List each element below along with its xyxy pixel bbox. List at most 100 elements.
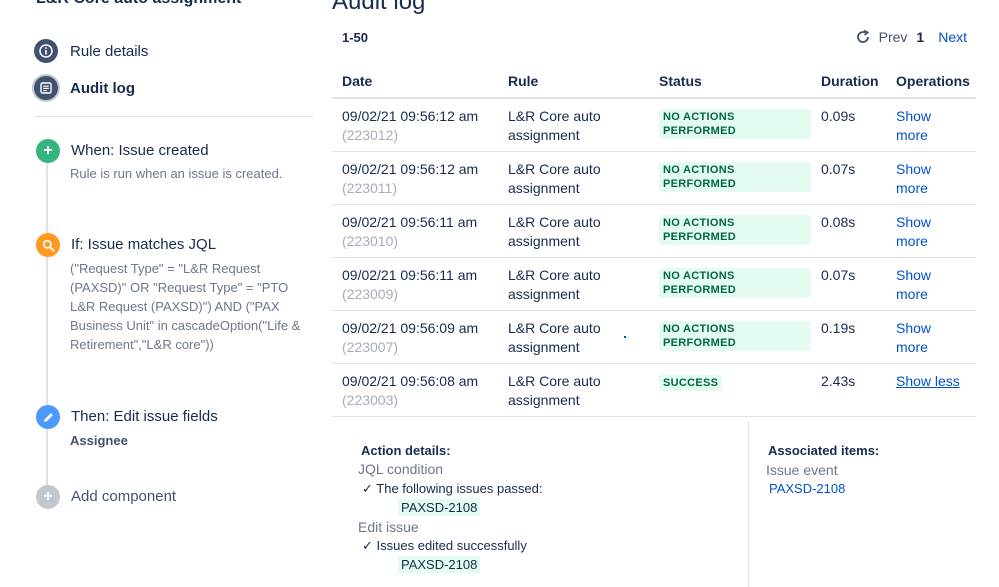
nav-rule-details[interactable]: Rule details	[34, 39, 148, 63]
next-page-link[interactable]: Next	[938, 29, 967, 45]
show-more-link[interactable]: Show more	[896, 319, 976, 357]
link-text: Show	[896, 108, 932, 124]
link-text: Show	[896, 160, 932, 177]
plus-icon: +	[36, 139, 60, 163]
status-cell: NO ACTIONS PERFORMED	[649, 204, 811, 258]
jql-line: Retirement","L&R core"))	[70, 337, 214, 352]
jql-line: Business Unit" in cascadeOption("Life &	[70, 318, 301, 333]
operations-cell: Show more	[886, 310, 976, 364]
show-more-link[interactable]: Show more	[896, 160, 976, 198]
condition-title: If: Issue matches JQL	[71, 236, 217, 253]
plus-icon: +	[36, 485, 60, 509]
status-cell: NO ACTIONS PERFORMED	[649, 310, 811, 364]
status-badge: NO ACTIONS PERFORMED	[659, 214, 811, 245]
rule-name: L&R Core auto	[508, 213, 601, 230]
trigger-title: When: Issue created	[71, 142, 209, 159]
operations-cell: Show more	[886, 204, 976, 258]
operations-cell: Show more	[886, 98, 976, 152]
column-header-operations: Operations	[886, 65, 976, 99]
info-icon	[34, 39, 58, 63]
date-value: 09/02/21 09:56:08 am	[342, 372, 479, 389]
stray-dot	[624, 336, 626, 338]
operations-cell: Show more	[886, 151, 976, 205]
associated-issue-link[interactable]: PAXSD-2108	[769, 481, 845, 496]
sidebar-divider	[34, 116, 313, 117]
column-header-duration: Duration	[811, 65, 886, 99]
check-icon: ✓	[362, 538, 373, 553]
table-row-expanded: 09/02/21 09:56:08 am (223003) L&R Core au…	[332, 363, 976, 417]
issue-event-label: Issue event	[766, 462, 838, 478]
show-more-link[interactable]: Show more	[896, 266, 976, 304]
rule-cell: L&R Core auto assignment	[498, 310, 649, 364]
table-header-row: Date Rule Status Duration Operations	[332, 65, 976, 99]
table-row: 09/02/21 09:56:12 am (223012) L&R Core au…	[332, 98, 976, 152]
table-row: 09/02/21 09:56:11 am (223010) L&R Core au…	[332, 204, 976, 258]
jql-line: ("Request Type" = "L&R Request	[70, 261, 261, 276]
date-cell: 09/02/21 09:56:09 am (223007)	[332, 310, 498, 364]
jql-line: (PAXSD)" OR "Request Type" = "PTO	[70, 280, 289, 295]
duration-cell: 0.08s	[811, 204, 886, 258]
date-value: 09/02/21 09:56:11 am	[342, 266, 478, 283]
date-cell: 09/02/21 09:56:11 am (223009)	[332, 257, 498, 311]
status-badge: NO ACTIONS PERFORMED	[659, 161, 811, 192]
date-value: 09/02/21 09:56:11 am	[342, 213, 478, 230]
rule-name-cont: assignment	[508, 391, 580, 408]
action-field: Assignee	[70, 433, 128, 448]
column-header-date: Date	[332, 65, 498, 99]
nav-audit-log[interactable]: Audit log	[34, 76, 135, 100]
status-cell: NO ACTIONS PERFORMED	[649, 257, 811, 311]
show-less-link[interactable]: Show less	[896, 373, 960, 389]
table-row: 09/02/21 09:56:11 am (223009) L&R Core au…	[332, 257, 976, 311]
rule-name-cont: assignment	[508, 127, 580, 143]
search-icon	[36, 233, 60, 257]
link-text: Show	[896, 213, 932, 230]
refresh-icon[interactable]	[855, 29, 871, 45]
status-badge: NO ACTIONS PERFORMED	[659, 267, 811, 298]
rule-name: L&R Core auto	[508, 108, 601, 124]
status-badge: NO ACTIONS PERFORMED	[659, 109, 811, 139]
show-more-link[interactable]: Show more	[896, 107, 976, 145]
column-header-status: Status	[649, 65, 811, 99]
link-text: Show	[896, 266, 932, 283]
rule-cell: L&R Core auto assignment	[498, 151, 649, 205]
date-value: 09/02/21 09:56:09 am	[342, 319, 479, 336]
duration-cell: 0.19s	[811, 310, 886, 364]
audit-log-table: Date Rule Status Duration Operations 09/…	[332, 65, 976, 417]
rule-cell: L&R Core auto assignment	[498, 98, 649, 152]
audit-id: (223011)	[342, 179, 398, 196]
nav-audit-log-label: Audit log	[70, 79, 135, 97]
table-row: 09/02/21 09:56:09 am (223007) L&R Core au…	[332, 310, 976, 364]
rule-name-cont: assignment	[508, 232, 580, 249]
audit-id: (223003)	[342, 391, 399, 408]
duration-cell: 0.07s	[811, 151, 886, 205]
duration-cell: 0.09s	[811, 98, 886, 152]
issue-key-badge: PAXSD-2108	[398, 556, 481, 573]
rule-name-cont: assignment	[508, 285, 580, 302]
add-component-label: Add component	[71, 488, 177, 505]
trigger-description: Rule is run when an issue is created.	[70, 166, 283, 181]
rule-name: L&R Core auto	[508, 266, 601, 283]
rule-name-cont: assignment	[508, 338, 580, 355]
edit-result-text: Issues edited successfully	[376, 538, 527, 553]
prev-page-button[interactable]: Prev	[879, 29, 908, 45]
date-value: 09/02/21 09:56:12 am	[342, 108, 479, 124]
edit-issue-label: Edit issue	[358, 519, 419, 535]
list-icon	[34, 76, 58, 100]
date-cell: 09/02/21 09:56:08 am (223003)	[332, 363, 498, 417]
pagination: Prev 1 Next	[855, 29, 967, 45]
duration-cell: 2.43s	[811, 363, 886, 417]
result-range: 1-50	[342, 30, 369, 45]
nav-rule-details-label: Rule details	[70, 42, 149, 60]
show-more-link[interactable]: Show more	[896, 213, 976, 251]
jql-query: ("Request Type" = "L&R Request (PAXSD)" …	[70, 259, 300, 354]
rule-cell: L&R Core auto assignment	[498, 204, 649, 258]
status-cell: SUCCESS	[649, 363, 811, 417]
rule-cell: L&R Core auto assignment	[498, 363, 649, 417]
action-details-heading: Action details:	[361, 443, 451, 458]
associated-items-heading: Associated items:	[768, 443, 880, 458]
jql-condition-label: JQL condition	[358, 461, 444, 477]
details-divider	[748, 421, 749, 587]
rule-name: L&R Core auto	[508, 372, 601, 389]
duration-cell: 0.07s	[811, 257, 886, 311]
action-details-panel: Action details: JQL condition ✓ The foll…	[332, 415, 976, 587]
